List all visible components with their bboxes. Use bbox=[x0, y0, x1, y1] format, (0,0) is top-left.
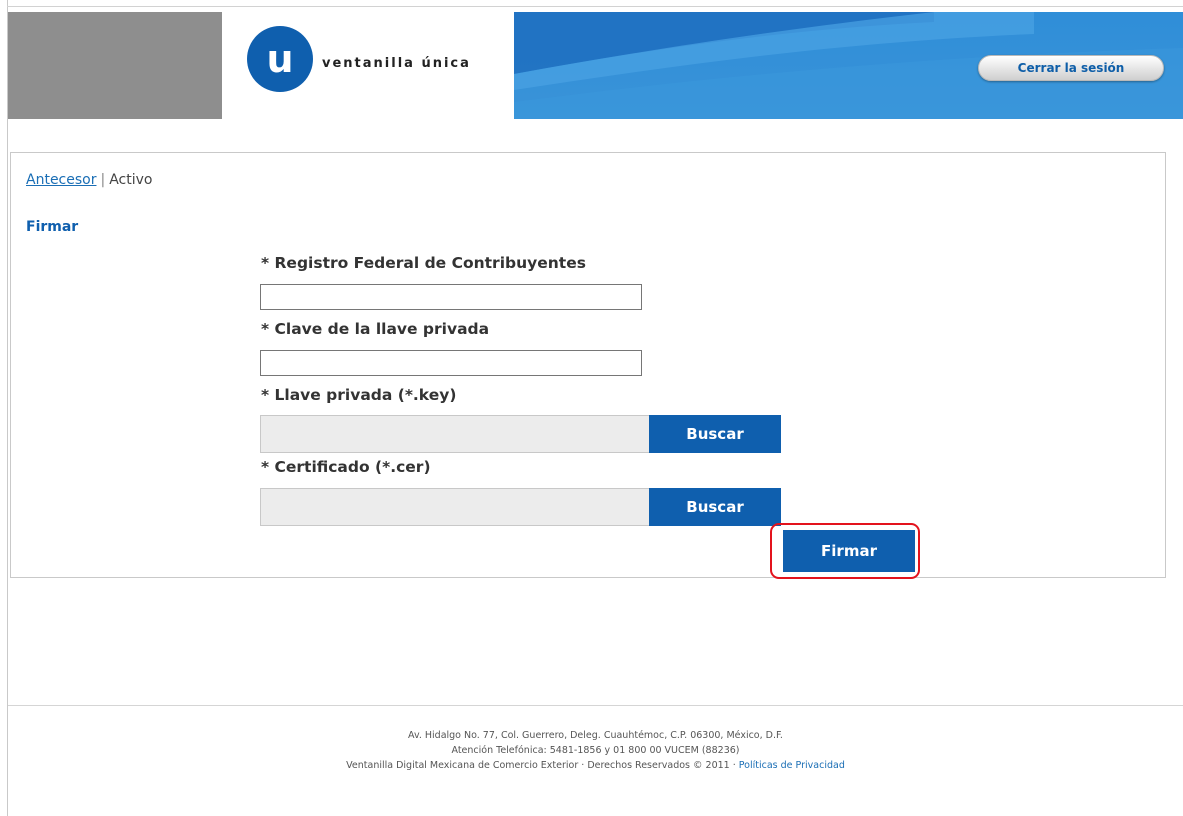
private-key-label: * Llave privada (*.key) bbox=[261, 386, 457, 404]
footer-address: Av. Hidalgo No. 77, Col. Guerrero, Deleg… bbox=[408, 730, 783, 741]
rfc-label: * Registro Federal de Contribuyentes bbox=[261, 254, 586, 272]
page-frame-left bbox=[7, 0, 8, 816]
cert-browse-button[interactable]: Buscar bbox=[649, 488, 781, 526]
footer-rights-text: Ventanilla Digital Mexicana de Comercio … bbox=[346, 760, 736, 771]
footer-phone: Atención Telefónica: 5481-1856 y 01 800 … bbox=[451, 745, 740, 756]
footer-rights: Ventanilla Digital Mexicana de Comercio … bbox=[8, 758, 1183, 773]
certificate-label: * Certificado (*.cer) bbox=[261, 458, 431, 476]
main-panel: Antecesor | Activo Firmar * Registro Feder… bbox=[10, 152, 1166, 579]
header-gray-block bbox=[8, 12, 222, 119]
site-footer: Av. Hidalgo No. 77, Col. Guerrero, Deleg… bbox=[8, 728, 1183, 773]
section-title: Firmar bbox=[26, 219, 79, 235]
sign-button-highlight bbox=[770, 523, 920, 579]
key-browse-button[interactable]: Buscar bbox=[649, 415, 781, 453]
rfc-input[interactable] bbox=[260, 284, 642, 310]
footer-divider bbox=[8, 705, 1183, 706]
logo-text: ventanilla única bbox=[322, 56, 471, 71]
breadcrumb-current: Activo bbox=[109, 172, 153, 188]
private-key-file-field[interactable] bbox=[260, 415, 650, 453]
breadcrumb-previous-link[interactable]: Antecesor bbox=[26, 172, 96, 188]
certificate-file-field[interactable] bbox=[260, 488, 650, 526]
logo-icon: u bbox=[247, 26, 313, 92]
private-key-password-input[interactable] bbox=[260, 350, 642, 376]
breadcrumb-separator: | bbox=[100, 172, 106, 188]
password-label: * Clave de la llave privada bbox=[261, 320, 490, 338]
breadcrumb: Antecesor | Activo bbox=[26, 172, 152, 188]
privacy-policy-link[interactable]: Políticas de Privacidad bbox=[739, 760, 845, 771]
logo-area: u ventanilla única bbox=[222, 12, 515, 119]
logout-button[interactable]: Cerrar la sesión bbox=[978, 55, 1164, 81]
page-frame-top bbox=[7, 6, 1183, 7]
